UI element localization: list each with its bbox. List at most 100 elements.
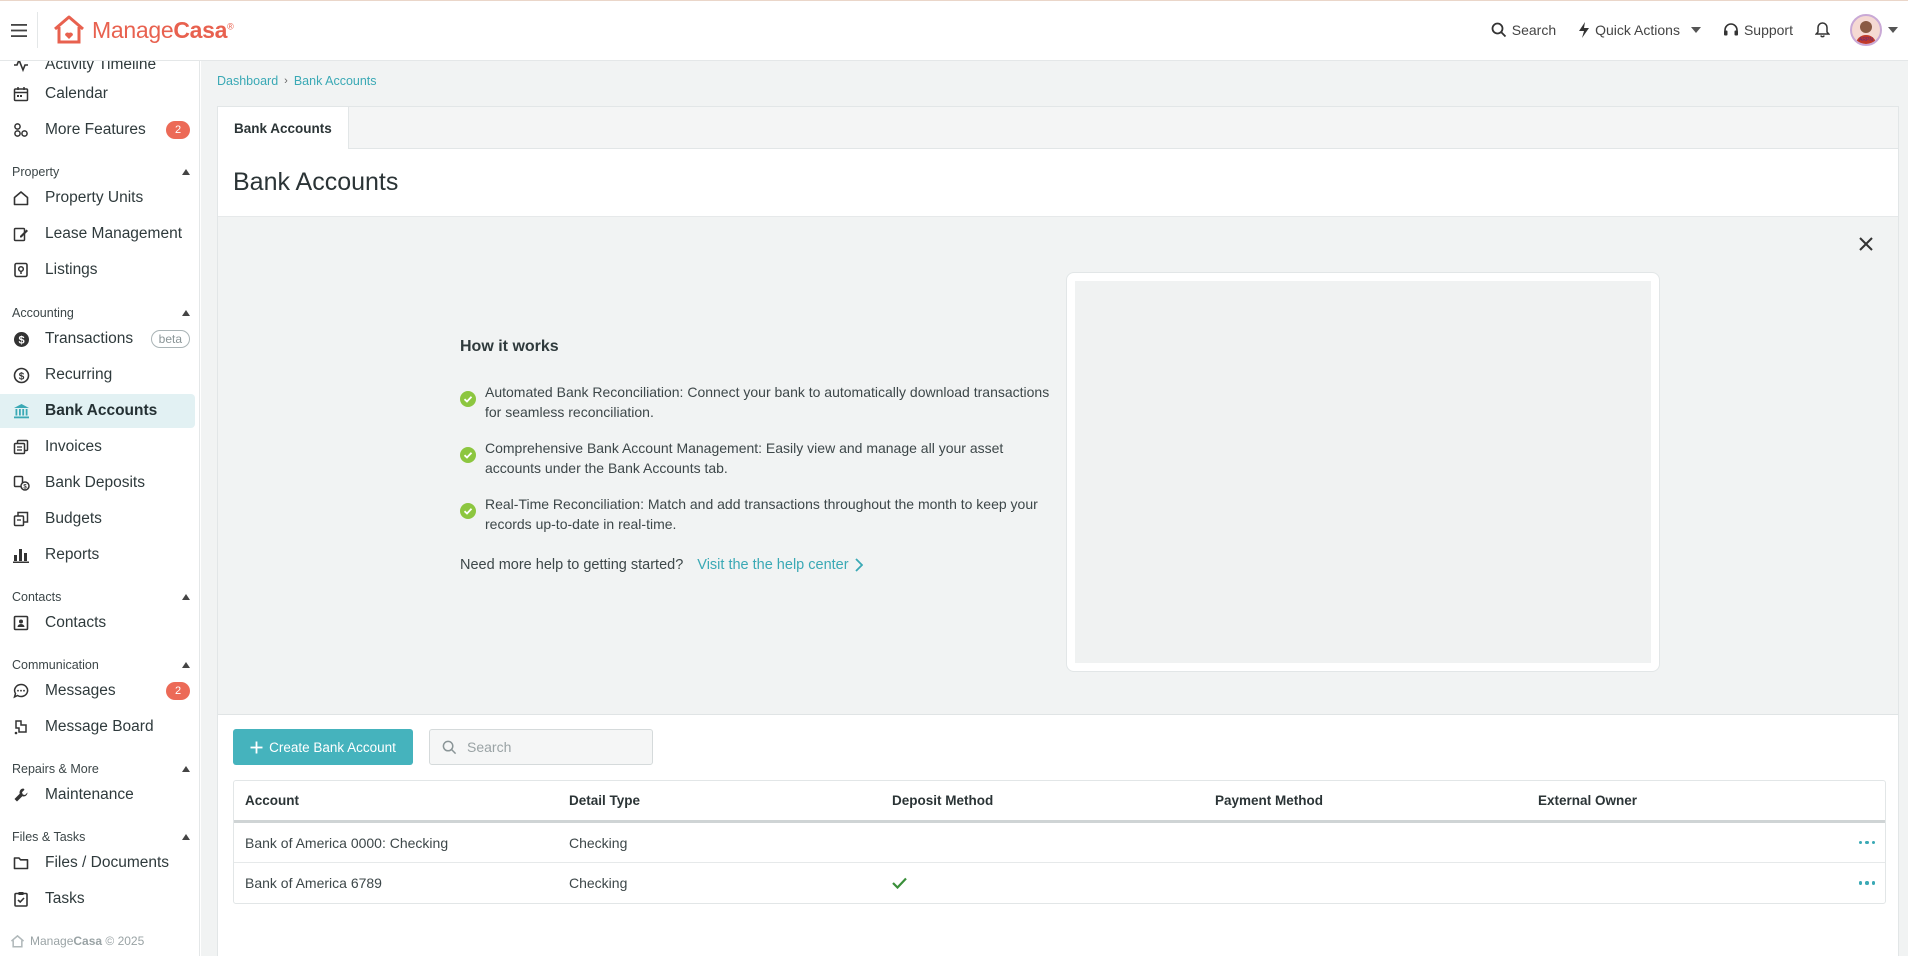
deposit-method [880, 877, 1203, 889]
feature-bullet: Automated Bank Reconciliation: Connect y… [460, 382, 1060, 422]
table-header: Account Detail Type Deposit Method Payme… [234, 781, 1885, 823]
video-player[interactable] [1075, 281, 1651, 663]
more-options-icon[interactable] [1858, 881, 1875, 885]
chevron-down-icon [1690, 27, 1701, 33]
recurring-dollar-icon: $ [12, 366, 30, 384]
quick-actions-button[interactable]: Quick Actions [1578, 22, 1701, 38]
how-it-works-title: How it works [460, 338, 559, 355]
activity-icon [12, 61, 30, 74]
content-panel: Bank Accounts Bank Accounts How it works… [217, 106, 1899, 956]
close-icon[interactable] [1856, 234, 1876, 254]
search-field[interactable] [429, 729, 653, 765]
sidebar-item-lease-management[interactable]: Lease Management [0, 217, 195, 251]
page-header: Bank Accounts [218, 149, 1898, 217]
feature-bullet: Comprehensive Bank Account Management: E… [460, 438, 1060, 478]
section-files[interactable]: Files & Tasks [12, 830, 190, 844]
count-badge: 2 [166, 682, 190, 700]
menu-icon[interactable] [0, 12, 38, 48]
sidebar-item-messages[interactable]: Messages 2 [0, 674, 195, 708]
sidebar-item-budgets[interactable]: Budgets [0, 502, 195, 536]
sidebar-item-tasks[interactable]: Tasks [0, 882, 195, 916]
dollar-circle-icon: $ [12, 330, 30, 348]
profile-chevron-down-icon[interactable] [1888, 27, 1898, 33]
notifications-button[interactable] [1815, 22, 1830, 38]
main-content: Dashboard › Bank Accounts Bank Accounts … [201, 61, 1908, 956]
create-bank-account-button[interactable]: Create Bank Account [233, 729, 413, 765]
headset-icon [1723, 23, 1738, 36]
house-logo-icon [54, 15, 84, 44]
svg-text:ARPN: ARPN [1859, 37, 1873, 43]
sidebar-item-calendar[interactable]: Calendar [0, 77, 195, 111]
lightning-icon [1579, 22, 1590, 38]
detail-type: Checking [569, 875, 628, 891]
section-property[interactable]: Property [12, 165, 190, 179]
sidebar-item-reports[interactable]: Reports [0, 538, 195, 572]
breadcrumb-separator: › [284, 75, 288, 87]
section-communication[interactable]: Communication [12, 658, 190, 672]
top-bar: ManageCasa® Search Quick Actions Support… [0, 0, 1908, 61]
breadcrumb-current[interactable]: Bank Accounts [294, 74, 377, 88]
listing-icon [12, 261, 30, 279]
video-card[interactable] [1066, 272, 1660, 672]
invoice-icon [12, 438, 30, 456]
breadcrumb: Dashboard › Bank Accounts [217, 74, 377, 88]
more-options-icon[interactable] [1858, 840, 1875, 845]
chat-bubble-icon [12, 682, 30, 700]
sidebar-item-recurring[interactable]: $ Recurring [0, 358, 195, 392]
collapse-icon [182, 169, 190, 175]
copyright: ManageCasa © 2025 [10, 934, 144, 948]
search-input[interactable] [467, 739, 637, 755]
check-circle-icon [460, 391, 476, 422]
sidebar-item-maintenance[interactable]: Maintenance [0, 778, 195, 812]
search-icon [1491, 22, 1506, 38]
page-title: Bank Accounts [233, 168, 399, 196]
deposit-icon: $ [12, 474, 30, 492]
brand-name: ManageCasa® [92, 16, 234, 43]
search-button[interactable]: Search [1491, 22, 1556, 38]
section-contacts[interactable]: Contacts [12, 590, 190, 604]
sidebar-item-contacts[interactable]: Contacts [0, 606, 195, 640]
house-logo-icon [10, 934, 25, 947]
help-center-link[interactable]: Visit the the help center [697, 557, 863, 573]
sidebar-item-bank-accounts[interactable]: Bank Accounts [0, 394, 195, 428]
section-accounting[interactable]: Accounting [12, 306, 190, 320]
table-row[interactable]: Bank of America 0000: Checking Checking [234, 823, 1885, 863]
sidebar-item-more-features[interactable]: More Features 2 [0, 113, 195, 147]
bank-icon [12, 402, 30, 420]
column-header-external-owner[interactable]: External Owner [1526, 793, 1826, 808]
folder-icon [12, 854, 30, 872]
section-repairs[interactable]: Repairs & More [12, 762, 190, 776]
brand-logo[interactable]: ManageCasa® [52, 15, 234, 45]
sidebar-item-files-documents[interactable]: Files / Documents [0, 846, 195, 880]
collapse-icon [182, 594, 190, 600]
sidebar-item-bank-deposits[interactable]: $ Bank Deposits [0, 466, 195, 500]
table-row[interactable]: Bank of America 6789 Checking [234, 863, 1885, 903]
detail-type: Checking [569, 834, 628, 851]
check-circle-icon [460, 447, 476, 478]
wrench-icon [12, 786, 30, 804]
sidebar-item-invoices[interactable]: Invoices [0, 430, 195, 464]
search-icon [442, 740, 457, 754]
sidebar-item-message-board[interactable]: Message Board [0, 710, 195, 744]
breadcrumb-dashboard-link[interactable]: Dashboard [217, 74, 278, 88]
column-header-detail-type[interactable]: Detail Type [557, 793, 880, 808]
column-header-account[interactable]: Account [234, 793, 557, 808]
check-circle-icon [460, 503, 476, 534]
plus-icon [250, 741, 263, 753]
column-header-payment-method[interactable]: Payment Method [1203, 793, 1526, 808]
support-button[interactable]: Support [1723, 22, 1793, 38]
sidebar-item-listings[interactable]: Listings [0, 253, 195, 287]
svg-text:$: $ [18, 371, 24, 382]
collapse-icon [182, 766, 190, 772]
sidebar-item-property-units[interactable]: Property Units [0, 181, 195, 215]
how-it-works-banner: How it works Automated Bank Reconciliati… [218, 217, 1898, 715]
column-header-deposit-method[interactable]: Deposit Method [880, 793, 1203, 808]
features-icon [12, 121, 30, 139]
avatar[interactable]: ARPN [1850, 14, 1882, 46]
tab-strip: Bank Accounts [218, 107, 1898, 150]
tab-bank-accounts[interactable]: Bank Accounts [218, 107, 349, 150]
bank-accounts-table: Account Detail Type Deposit Method Payme… [233, 780, 1886, 904]
sidebar-item-transactions[interactable]: $ Transactions beta [0, 322, 195, 356]
sidebar: Activity Timeline Calendar More Features… [0, 61, 200, 956]
account-name: Bank of America 0000: Checking [245, 834, 449, 851]
